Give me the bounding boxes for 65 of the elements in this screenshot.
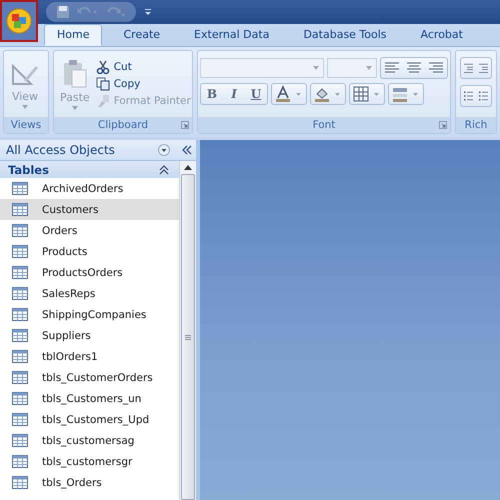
table-icon <box>12 392 28 405</box>
ribbon-tab[interactable]: Database Tools <box>290 24 400 46</box>
table-icon <box>12 203 28 216</box>
table-list-item[interactable]: ArchivedOrders <box>0 178 179 199</box>
paintbrush-icon <box>96 94 110 108</box>
ribbon-tab[interactable]: External Data <box>181 24 282 46</box>
table-icon <box>12 329 28 342</box>
table-icon <box>12 266 28 279</box>
collapse-chevron-icon <box>159 164 169 174</box>
group-label: Clipboard <box>54 117 192 133</box>
collapse-pane-icon[interactable] <box>182 145 192 155</box>
table-list-item[interactable]: tbls_customersag <box>0 430 179 451</box>
table-icon <box>12 371 28 384</box>
copy-button[interactable]: Copy <box>96 77 191 91</box>
caret-icon <box>312 66 319 70</box>
table-list-item[interactable]: ProductsOrders <box>0 262 179 283</box>
table-list-item[interactable]: tbls_Orders <box>0 472 179 493</box>
scrollbar-thumb[interactable] <box>181 174 195 500</box>
vertical-scrollbar[interactable] <box>179 161 196 500</box>
table-list-item[interactable]: Products <box>0 241 179 262</box>
tables-group-header[interactable]: Tables <box>0 161 179 178</box>
ribbon-tab[interactable]: Create <box>110 24 174 46</box>
table-icon <box>12 308 28 321</box>
ribbon-tab[interactable]: Home <box>44 24 102 46</box>
copy-icon <box>96 77 110 91</box>
group-label: Font <box>198 117 450 133</box>
clipboard-icon <box>62 58 88 88</box>
table-list-item[interactable]: ShippingCompanies <box>0 304 179 325</box>
table-icon <box>12 287 28 300</box>
table-list-item[interactable]: tbls_customersgr <box>0 451 179 472</box>
navigation-pane-title: All Access Objects <box>6 143 116 157</box>
office-button[interactable] <box>0 0 38 42</box>
scissors-icon <box>96 60 110 74</box>
table-icon <box>12 245 28 258</box>
caret-icon <box>366 66 372 70</box>
table-icon <box>12 434 28 447</box>
table-list-item[interactable]: SalesReps <box>0 283 179 304</box>
caret-icon <box>22 104 28 108</box>
table-icon <box>12 224 28 237</box>
table-list-item[interactable]: Customers <box>0 199 179 220</box>
customize-caret-icon[interactable] <box>144 8 152 16</box>
dialog-launcher-icon[interactable] <box>181 121 189 129</box>
caret-icon <box>72 106 78 110</box>
bold-button[interactable]: B <box>201 84 223 104</box>
ribbon-tab[interactable]: Acrobat <box>408 24 476 46</box>
dropdown-icon[interactable] <box>158 144 170 156</box>
table-list-item[interactable]: tbls_Customers_Upd <box>0 409 179 430</box>
table-icon <box>12 350 28 363</box>
underline-button[interactable]: U <box>245 84 267 104</box>
group-label: Rich <box>456 117 496 133</box>
save-icon[interactable] <box>56 5 70 19</box>
table-icon <box>12 413 28 426</box>
table-list-item[interactable]: Suppliers <box>0 325 179 346</box>
dialog-launcher-icon[interactable] <box>439 121 447 129</box>
table-icon <box>12 182 28 195</box>
cut-button[interactable]: Cut <box>96 60 191 74</box>
table-list-item[interactable]: tblOrders1 <box>0 346 179 367</box>
table-icon <box>12 455 28 468</box>
table-list-item[interactable]: tbls_CustomerOrders <box>0 367 179 388</box>
table-list-item[interactable]: Orders <box>0 220 179 241</box>
table-icon <box>12 476 28 489</box>
table-list-item[interactable]: tbls_Customers_un <box>0 388 179 409</box>
group-label: Views <box>4 117 48 133</box>
italic-button[interactable]: I <box>223 84 245 104</box>
scroll-up-arrow-icon[interactable] <box>184 165 192 170</box>
